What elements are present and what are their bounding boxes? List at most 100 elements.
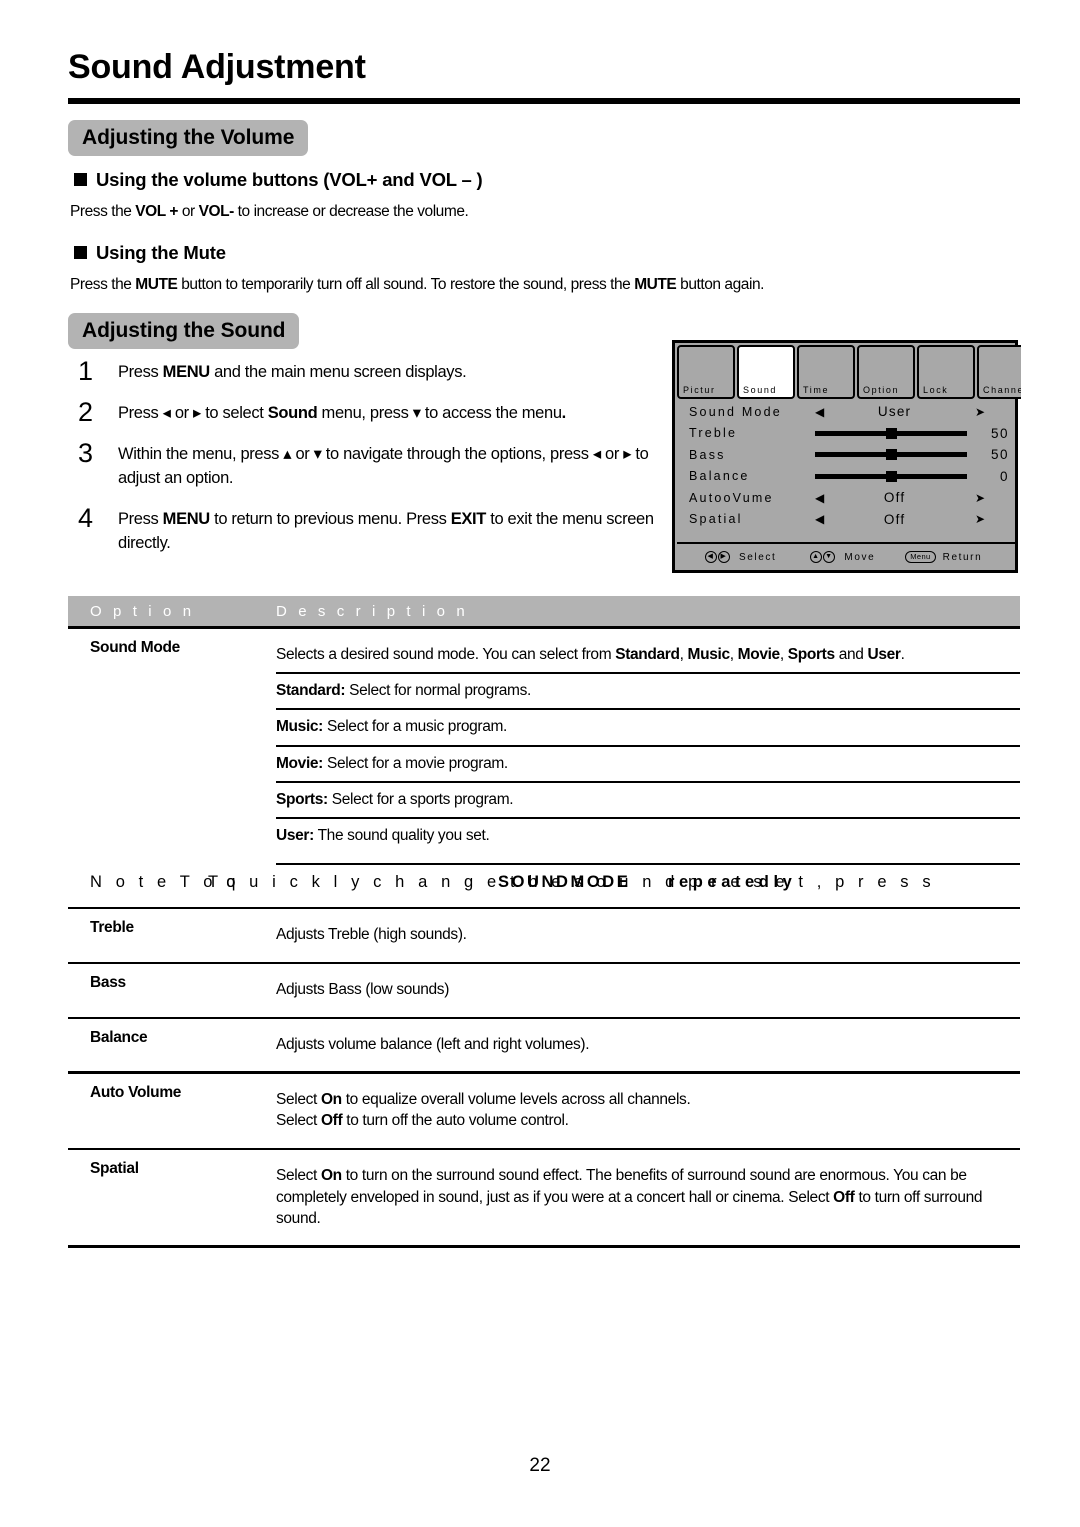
- text-bold-fragment: MENU: [162, 363, 211, 381]
- osd-slider-track[interactable]: [815, 470, 967, 482]
- table-cell-option: Sound Mode: [90, 638, 180, 656]
- text-fragment: Press ◂ or ▸ to select: [118, 404, 268, 422]
- text-bold-fragment: On: [320, 1167, 342, 1185]
- subheading-mute-label: Using the Mute: [96, 242, 226, 263]
- osd-slider-control[interactable]: 0: [813, 469, 1009, 484]
- osd-row-sound-mode[interactable]: Sound Mode ◀ User ➤: [689, 401, 1015, 423]
- text-fragment: Select: [276, 1112, 321, 1130]
- text-fragment: Within the menu, press ▴ or ▾ to navigat…: [118, 445, 649, 487]
- note-overlay-sound-mode: S O U N D M O D E: [498, 872, 628, 891]
- osd-hint-label: Move: [844, 551, 876, 563]
- text-fragment: to equalize overall volume levels across…: [341, 1090, 691, 1108]
- description-line: Movie: Select for a movie program.: [276, 744, 1020, 781]
- instruction-steps: 1 Press MENU and the main menu screen dis…: [70, 358, 670, 570]
- volume-buttons-body: Press the VOL + or VOL- to increase or d…: [70, 202, 469, 221]
- osd-select-control[interactable]: ◀ User ➤: [813, 404, 1009, 419]
- osd-select-control[interactable]: ◀ Off ➤: [813, 490, 1009, 505]
- chevron-right-icon[interactable]: ➤: [975, 492, 985, 504]
- text-fragment: button to temporarily turn off all sound…: [177, 276, 635, 293]
- chevron-right-icon[interactable]: ➤: [975, 513, 985, 525]
- instruction-step: 4 Press MENU to return to previous menu. …: [70, 504, 670, 556]
- text-fragment: menu, press ▾ to access the menu: [317, 404, 562, 422]
- description-line: Sports: Select for a sports program.: [276, 781, 1020, 817]
- description-line: Select On to equalize overall volume lev…: [276, 1083, 1020, 1139]
- page-number: 22: [529, 1455, 551, 1476]
- osd-tab-label: Channel: [983, 385, 1021, 395]
- osd-slider-value: 50: [990, 425, 1009, 441]
- description-line: Adjusts volume balance (left and right v…: [276, 1028, 1020, 1062]
- step-text: Press ◂ or ▸ to select Sound menu, press…: [118, 399, 566, 426]
- chevron-right-icon[interactable]: ➤: [975, 406, 985, 418]
- osd-row-bass[interactable]: Bass 50: [689, 444, 1015, 466]
- text-fragment: The sound quality you set.: [313, 827, 490, 845]
- key-icon: ▼: [823, 551, 836, 563]
- osd-tab-option[interactable]: Option: [857, 345, 915, 399]
- mute-body: Press the MUTE button to temporarily tur…: [70, 275, 764, 294]
- osd-row-balance[interactable]: Balance 0: [689, 466, 1015, 488]
- osd-tab-label: Option: [863, 385, 900, 395]
- step-text: Press MENU and the main menu screen disp…: [118, 358, 467, 385]
- osd-row-label: Treble: [689, 426, 738, 441]
- text-bold-vol-minus: VOL-: [198, 203, 235, 220]
- text-fragment: to turn off the auto volume control.: [342, 1112, 569, 1130]
- text-bold-mute-2: MUTE: [634, 276, 677, 293]
- subheading-volume-buttons-label: Using the volume buttons (VOL+ and VOL –…: [96, 169, 483, 190]
- text-fragment: Select for normal programs.: [345, 681, 531, 699]
- square-bullet-icon: [74, 173, 87, 186]
- osd-slider-control[interactable]: 50: [813, 426, 1009, 441]
- section-heading-sound: Adjusting the Sound: [68, 313, 300, 349]
- osd-row-label: Balance: [689, 469, 750, 484]
- osd-row-label: Sound Mode: [689, 404, 782, 419]
- table-row: Bass Adjusts Bass (low sounds): [68, 964, 1020, 1016]
- table-row: Auto Volume Select On to equalize overall…: [68, 1074, 1020, 1148]
- text-bold-fragment: Off: [833, 1188, 855, 1206]
- key-icon: ◀: [705, 551, 717, 563]
- text-bold-fragment: Sports:: [276, 791, 328, 808]
- table-cell-option: Bass: [90, 974, 126, 992]
- osd-slider-track[interactable]: [815, 449, 967, 461]
- osd-tab-sound[interactable]: Sound: [737, 345, 795, 399]
- section-heading-volume: Adjusting the Volume: [68, 120, 309, 156]
- osd-tab-time[interactable]: Time: [797, 345, 855, 399]
- osd-slider-knob[interactable]: [885, 470, 897, 482]
- table-cell-option: Treble: [90, 919, 134, 937]
- osd-tab-pictur[interactable]: Pictur: [677, 345, 735, 399]
- osd-slider-knob[interactable]: [885, 449, 897, 461]
- osd-row-autoovume[interactable]: AutooVume ◀ Off ➤: [689, 487, 1015, 509]
- arrow-keys-icon: ▲ ▼: [810, 551, 836, 563]
- text-bold-fragment: User:: [276, 827, 314, 845]
- document-page: Sound Adjustment Adjusting the Volume Us…: [0, 0, 1080, 1527]
- text-bold-fragment: .: [561, 404, 567, 422]
- osd-row-treble[interactable]: Treble 50: [689, 423, 1015, 445]
- osd-tab-lock[interactable]: Lock: [917, 345, 975, 399]
- osd-row-spatial[interactable]: Spatial ◀ Off ➤: [689, 509, 1015, 531]
- osd-value: User: [877, 404, 912, 420]
- osd-hint-label: Select: [739, 551, 777, 563]
- table-header-option: O p t i o n: [90, 602, 195, 620]
- instruction-step: 2 Press ◂ or ▸ to select Sound menu, pres…: [70, 399, 670, 426]
- table-cell-description: Select On to equalize overall volume lev…: [276, 1074, 1020, 1148]
- osd-select-control[interactable]: ◀ Off ➤: [813, 512, 1009, 527]
- text-bold-fragment: User: [867, 645, 901, 663]
- text-bold-fragment: Standard: [615, 645, 680, 663]
- osd-row-label: Bass: [689, 447, 726, 462]
- table-divider: [68, 1245, 1020, 1248]
- osd-slider-control[interactable]: 50: [813, 447, 1009, 462]
- instruction-step: 3 Within the menu, press ▴ or ▾ to naviga…: [70, 440, 670, 491]
- table-row: Spatial Select On to turn on the surround…: [68, 1150, 1020, 1245]
- text-fragment: ,: [679, 645, 688, 663]
- osd-tab-bar: Pictur Sound Time Option Lock Channel: [677, 345, 1021, 401]
- text-fragment: and: [834, 645, 868, 663]
- description-line: Adjusts Treble (high sounds).: [276, 918, 1020, 952]
- text-fragment: button again.: [676, 276, 764, 293]
- text-fragment: Select: [276, 1090, 321, 1108]
- text-bold-fragment: Sound: [267, 404, 318, 422]
- osd-tab-channel[interactable]: Channel: [977, 345, 1021, 399]
- table-cell-description: Select On to turn on the surround sound …: [276, 1150, 1020, 1245]
- osd-hint-return: Menu Return: [905, 551, 982, 563]
- text-bold-fragment: On: [320, 1090, 342, 1108]
- osd-tab-label: Sound: [743, 385, 778, 395]
- osd-slider-knob[interactable]: [885, 427, 897, 439]
- osd-slider-track[interactable]: [815, 427, 967, 439]
- osd-value: Off: [883, 490, 906, 506]
